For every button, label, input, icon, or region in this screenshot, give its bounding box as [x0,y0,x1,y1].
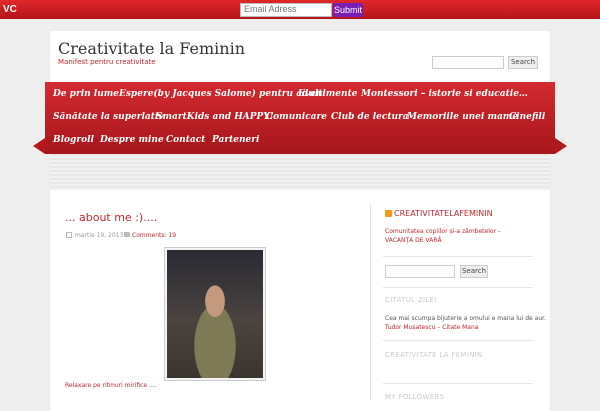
header-search-input[interactable] [432,56,504,69]
calendar-icon [66,232,72,238]
site-tagline: Manifest pentru creativitate [58,58,156,66]
comment-icon [124,232,130,237]
widget-divider [383,287,533,288]
nav-ribbon-right [555,138,567,154]
rss-widget-title[interactable]: CREATIVITATELAFEMININ [394,209,493,218]
rss-link[interactable]: Comunitatea copiilor și-a zâmbetelor – V… [385,227,513,245]
nav-item-evenimente[interactable]: Evenimente [298,89,357,99]
quote-author-link[interactable]: Tudor Musatescu – Citate Mana [385,324,478,331]
widget-divider [383,256,533,257]
post-date: martie 19, 2013 [75,232,124,239]
citatul-zilei-heading: CITATUL ZILEI [385,296,437,304]
quote-text: Cea mai scumpa bijuterie a omului e mana… [385,315,546,322]
email-input[interactable]: Email Adress [240,3,332,17]
nav-item-de-prin-lume[interactable]: De prin lume [53,89,119,99]
nav-item-parteneri[interactable]: Parteneri [212,135,259,145]
creativitate-heading: CREATIVITATE LA FEMININ [385,351,483,359]
post-comments-link[interactable]: Comments: 19 [132,232,176,239]
nav-item-montessori[interactable]: Montessori – istorie si educatie… [361,89,528,99]
post-photo[interactable] [164,247,266,381]
widget-divider [383,383,533,384]
vc-logo-icon[interactable]: VC [3,3,20,16]
nav-item-contact[interactable]: Contact [166,135,205,145]
nav-item-comunicare[interactable]: Comunicare [266,112,327,122]
submit-button[interactable]: Submit [333,3,363,17]
sidebar-search-button[interactable]: Search [460,265,488,278]
rss-icon [385,210,392,217]
nav-item-smartkids[interactable]: SmartKids and HAPPY! [156,112,274,122]
decorative-band [50,154,550,190]
sidebar-search-input[interactable] [385,265,455,278]
site-title[interactable]: Creativitate la Feminin [58,39,245,58]
widget-divider [383,340,533,341]
nav-item-sanatate[interactable]: Sănătate la superlativ [53,112,164,122]
nav-item-club-de-lectura[interactable]: Club de lectura [331,112,409,122]
nav-item-espere[interactable]: Espere(by Jacques Salome) pentru adulti [119,89,326,99]
post-title[interactable]: ... about me :).... [65,211,157,224]
main-nav: De prin lume Espere(by Jacques Salome) p… [45,82,555,154]
nav-item-memoriile[interactable]: Memoriile unei mame [407,112,518,122]
nav-item-despre-mine[interactable]: Despre mine [100,135,164,145]
nav-item-cinefili[interactable]: Cinefili [509,112,545,122]
header-search-button[interactable]: Search [508,56,538,69]
nav-item-blogroll[interactable]: Blogroll [53,135,94,145]
sidebar-divider [370,205,371,400]
nav-ribbon-left [33,138,45,154]
post-excerpt[interactable]: Relaxare pe ritmuri mirifice .... [65,382,157,389]
